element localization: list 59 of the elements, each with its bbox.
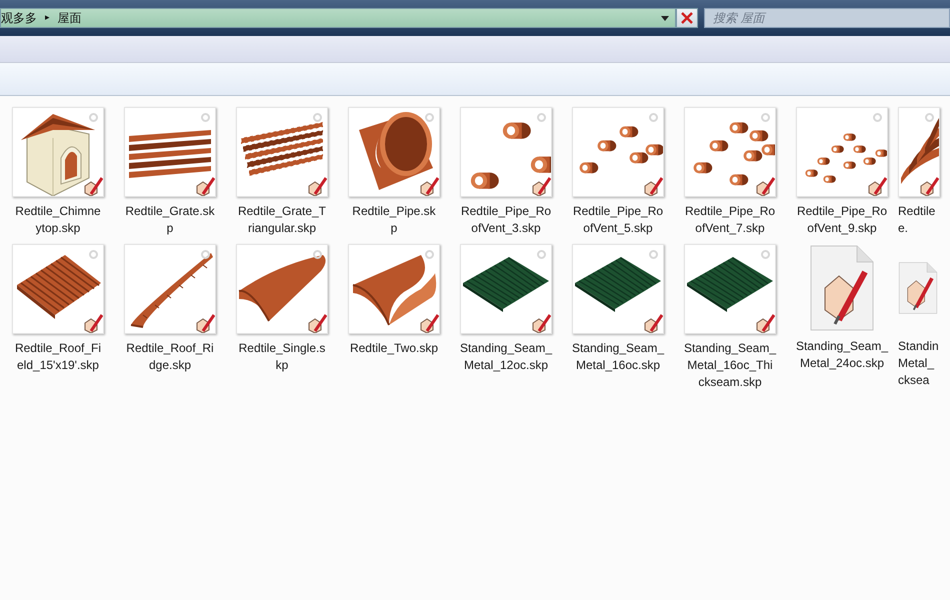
circle-icon xyxy=(89,250,98,259)
sketchup-file-icon xyxy=(195,313,215,333)
file-name[interactable]: Redtile_Pipe_Ro ofVent_9.skp xyxy=(796,203,888,237)
circle-icon xyxy=(761,113,770,122)
circle-icon xyxy=(313,250,322,259)
sketchup-file-icon xyxy=(195,176,215,196)
breadcrumb-arrow[interactable]: ▸ xyxy=(45,13,50,23)
sketchup-file-icon xyxy=(755,176,775,196)
circle-icon xyxy=(537,113,546,122)
dropdown-caret-icon[interactable] xyxy=(661,16,669,20)
file-name[interactable]: Redtile_Grate_T riangular.skp xyxy=(238,203,326,237)
search-field[interactable]: 搜索 屋面 xyxy=(704,8,950,28)
file-name[interactable]: Standing_Seam_ Metal_16oc.skp xyxy=(572,340,664,374)
circle-icon xyxy=(925,113,934,122)
file-name[interactable]: Standing_Seam_ Metal_16oc_Thi ckseam.skp xyxy=(684,340,776,391)
sketchup-file-icon xyxy=(83,313,103,333)
file-name[interactable]: Redtile_Pipe_Ro ofVent_7.skp xyxy=(684,203,776,237)
file-name[interactable]: Standing_Seam_ Metal_24oc.skp xyxy=(796,338,888,372)
sketchup-file-icon xyxy=(643,176,663,196)
circle-icon xyxy=(425,250,434,259)
circle-icon xyxy=(425,113,434,122)
sketchup-file-icon xyxy=(419,176,439,196)
file-name[interactable]: Redtile_Pipe_Ro ofVent_3.skp xyxy=(460,203,552,237)
file-name[interactable]: Redtile_Pipe_Ro ofVent_5.skp xyxy=(572,203,664,237)
sketchup-file-icon xyxy=(755,313,775,333)
file-name[interactable]: Redtile_Pipe.sk p xyxy=(352,203,436,237)
sketchup-file-icon xyxy=(531,176,551,196)
sketchup-file-icon xyxy=(531,313,551,333)
file-name[interactable]: Standin Metal_ cksea xyxy=(898,338,939,389)
circle-icon xyxy=(313,113,322,122)
sketchup-file-icon xyxy=(867,176,887,196)
file-name[interactable]: Redtile_Roof_Ri dge.skp xyxy=(126,340,214,374)
circle-icon xyxy=(649,113,658,122)
circle-icon xyxy=(89,113,98,122)
file-name[interactable]: Standing_Seam_ Metal_12oc.skp xyxy=(460,340,552,374)
close-icon xyxy=(680,11,694,25)
circle-icon xyxy=(537,250,546,259)
address-bar[interactable]: 观多多 ▸ 屋面 xyxy=(0,8,676,28)
sketchup-file-icon xyxy=(307,176,327,196)
clear-button[interactable] xyxy=(676,8,698,28)
file-name[interactable]: Redtile e. xyxy=(898,203,936,237)
file-name[interactable]: Redtile_Two.skp xyxy=(350,340,438,357)
breadcrumb-item[interactable]: 观多多 xyxy=(1,10,37,26)
breadcrumb-item[interactable]: 屋面 xyxy=(58,10,82,26)
file-name[interactable]: Redtile_Single.s kp xyxy=(238,340,326,374)
file-name[interactable]: Redtile_Grate.sk p xyxy=(125,203,215,237)
sketchup-file-icon xyxy=(419,313,439,333)
sketchup-file-icon xyxy=(83,176,103,196)
circle-icon xyxy=(649,250,658,259)
circle-icon xyxy=(873,113,882,122)
sketchup-file-icon xyxy=(919,176,939,196)
circle-icon xyxy=(201,113,210,122)
file-name[interactable]: Redtile_Chimne ytop.skp xyxy=(15,203,101,237)
file-name[interactable]: Redtile_Roof_Fi eld_15'x19'.skp xyxy=(14,340,102,374)
sketchup-file-icon xyxy=(643,313,663,333)
circle-icon xyxy=(761,250,770,259)
sketchup-document-icon xyxy=(809,244,875,332)
sketchup-file-icon xyxy=(307,313,327,333)
circle-icon xyxy=(201,250,210,259)
